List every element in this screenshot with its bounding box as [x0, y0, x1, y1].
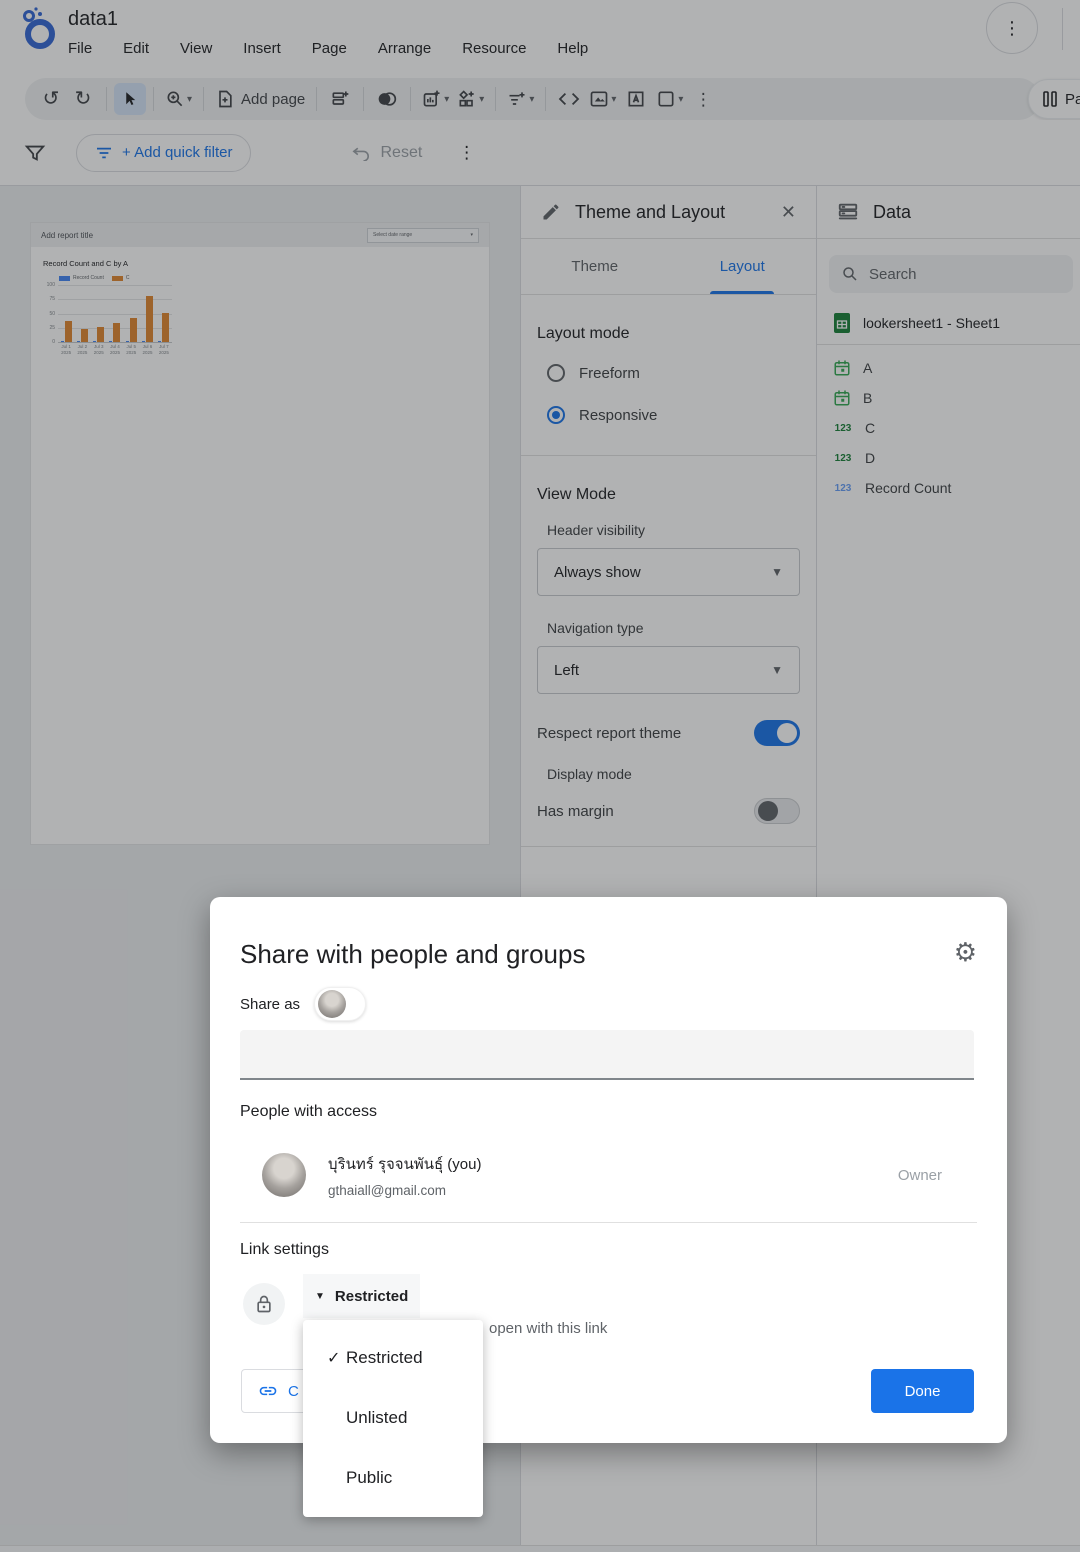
check-icon: ✓ [303, 1348, 346, 1368]
copy-link-label: C [288, 1383, 299, 1400]
link-access-icon-circle [243, 1283, 285, 1325]
menu-item-unlisted[interactable]: Unlisted [303, 1388, 483, 1448]
avatar [318, 990, 346, 1018]
link-access-value: Restricted [335, 1288, 408, 1305]
link-access-menu: ✓ Restricted Unlisted Public [303, 1320, 483, 1517]
share-as-account-chip[interactable] [314, 987, 366, 1021]
chevron-down-icon: ▼ [315, 1291, 325, 1302]
menu-item-label: Public [346, 1468, 392, 1488]
add-people-input[interactable] [240, 1030, 974, 1080]
lock-icon [255, 1294, 273, 1314]
owner-row: บุรินทร์ รุจจนพันธุ์ (you) gthaiall@gmai… [262, 1153, 977, 1197]
menu-item-public[interactable]: Public [303, 1448, 483, 1508]
link-icon [258, 1381, 278, 1401]
looker-studio-app: data1 File Edit View Insert Page Arrange… [0, 0, 1080, 1552]
avatar [262, 1153, 306, 1197]
menu-item-label: Unlisted [346, 1408, 407, 1428]
link-access-dropdown[interactable]: ▼ Restricted [303, 1274, 420, 1318]
owner-email: gthaiall@gmail.com [328, 1183, 481, 1198]
owner-name: บุรินทร์ รุจจนพันธุ์ (you) [328, 1152, 481, 1176]
share-dialog-title: Share with people and groups [240, 939, 585, 970]
owner-role: Owner [898, 1167, 942, 1184]
link-access-caption: open with this link [489, 1320, 607, 1337]
menu-item-label: Restricted [346, 1348, 423, 1368]
gear-icon[interactable]: ⚙ [954, 937, 977, 968]
link-settings-heading: Link settings [240, 1241, 329, 1259]
menu-item-restricted[interactable]: ✓ Restricted [303, 1328, 483, 1388]
people-with-access-heading: People with access [240, 1103, 377, 1121]
done-button[interactable]: Done [871, 1369, 974, 1413]
share-as-label: Share as [240, 996, 300, 1013]
